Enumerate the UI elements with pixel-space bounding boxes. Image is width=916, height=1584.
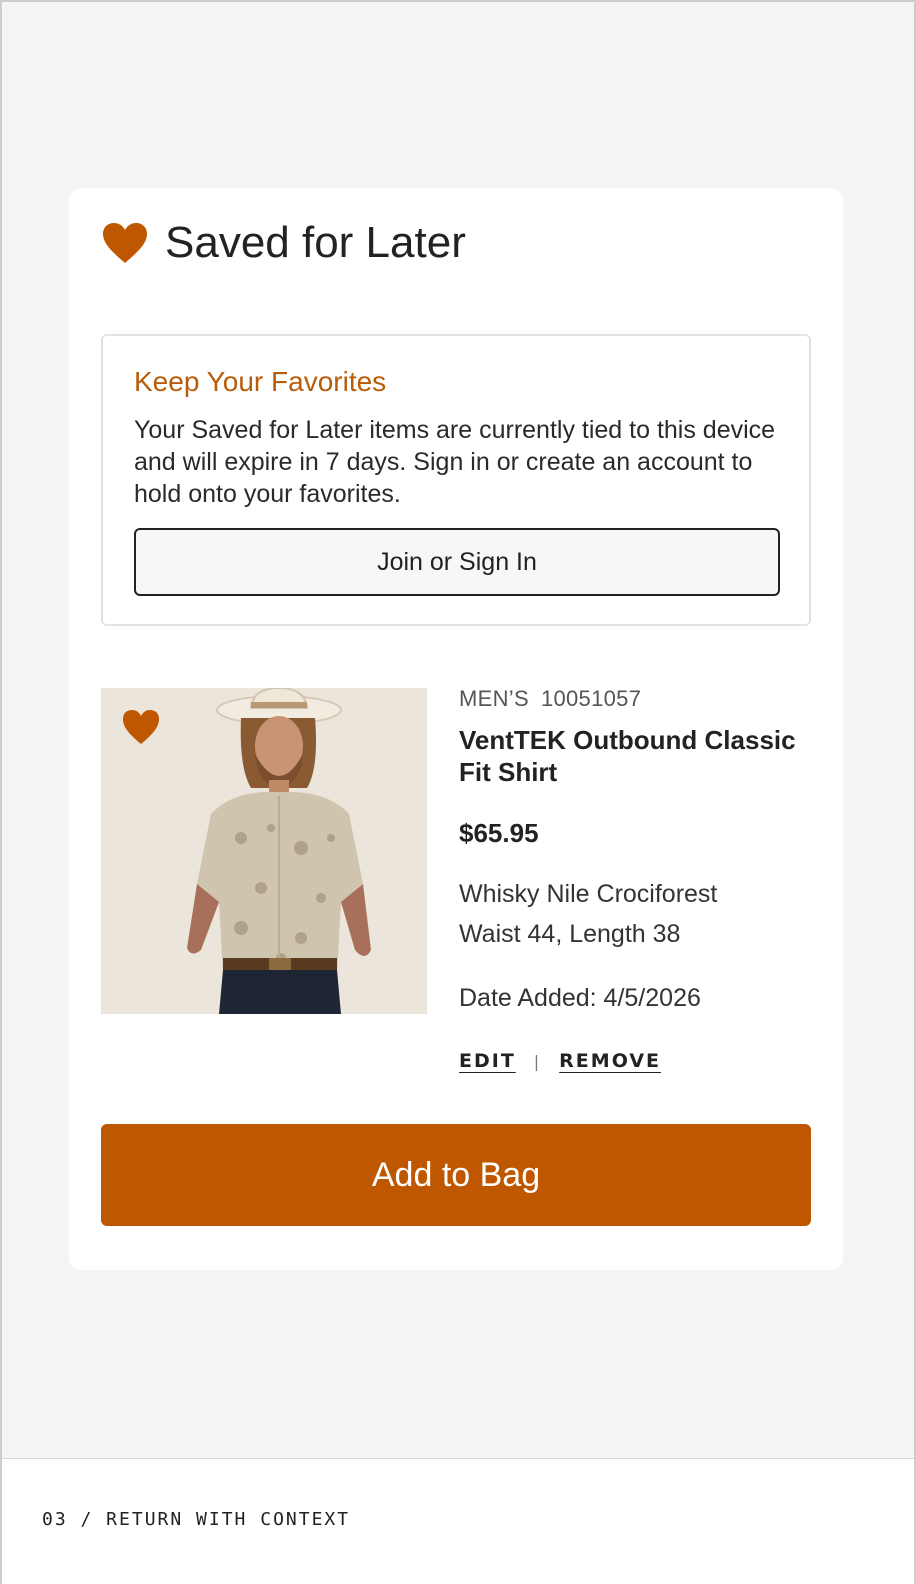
product-category: MEN’S	[459, 686, 529, 711]
step-label: 03 / RETURN WITH CONTEXT	[42, 1509, 351, 1530]
screen-frame: Saved for Later Keep Your Favorites Your…	[0, 0, 916, 1584]
section-header: Saved for Later	[101, 218, 466, 268]
product-color: Whisky Nile Crociforest	[459, 880, 718, 908]
product-sku: 10051057	[540, 686, 642, 711]
product-meta: MEN’S 10051057	[459, 686, 641, 712]
page-title: Saved for Later	[165, 218, 466, 267]
join-or-sign-in-button[interactable]: Join or Sign In	[134, 528, 780, 596]
notice-title: Keep Your Favorites	[134, 366, 387, 397]
date-added: Date Added: 4/5/2026	[459, 984, 701, 1012]
product-size: Waist 44, Length 38	[459, 920, 681, 948]
edit-link[interactable]: EDIT	[459, 1050, 516, 1072]
footer: 03 / RETURN WITH CONTEXT	[2, 1458, 914, 1584]
item-actions: EDIT | REMOVE	[459, 1050, 661, 1072]
product-price: $65.95	[459, 818, 539, 848]
sign-in-notice: Keep Your Favorites Your Saved for Later…	[101, 334, 811, 626]
content-area: Saved for Later Keep Your Favorites Your…	[2, 2, 914, 1458]
saved-for-later-card: Saved for Later Keep Your Favorites Your…	[69, 188, 843, 1270]
heart-icon	[103, 223, 147, 263]
favorited-heart-icon[interactable]	[121, 708, 161, 746]
notice-body: Your Saved for Later items are currently…	[134, 416, 776, 508]
add-to-bag-button[interactable]: Add to Bag	[101, 1124, 811, 1226]
product-name[interactable]: VentTEK Outbound Classic Fit Shirt	[459, 724, 819, 788]
remove-link[interactable]: REMOVE	[559, 1050, 661, 1072]
action-separator: |	[533, 1051, 542, 1071]
product-image[interactable]	[101, 688, 427, 1014]
